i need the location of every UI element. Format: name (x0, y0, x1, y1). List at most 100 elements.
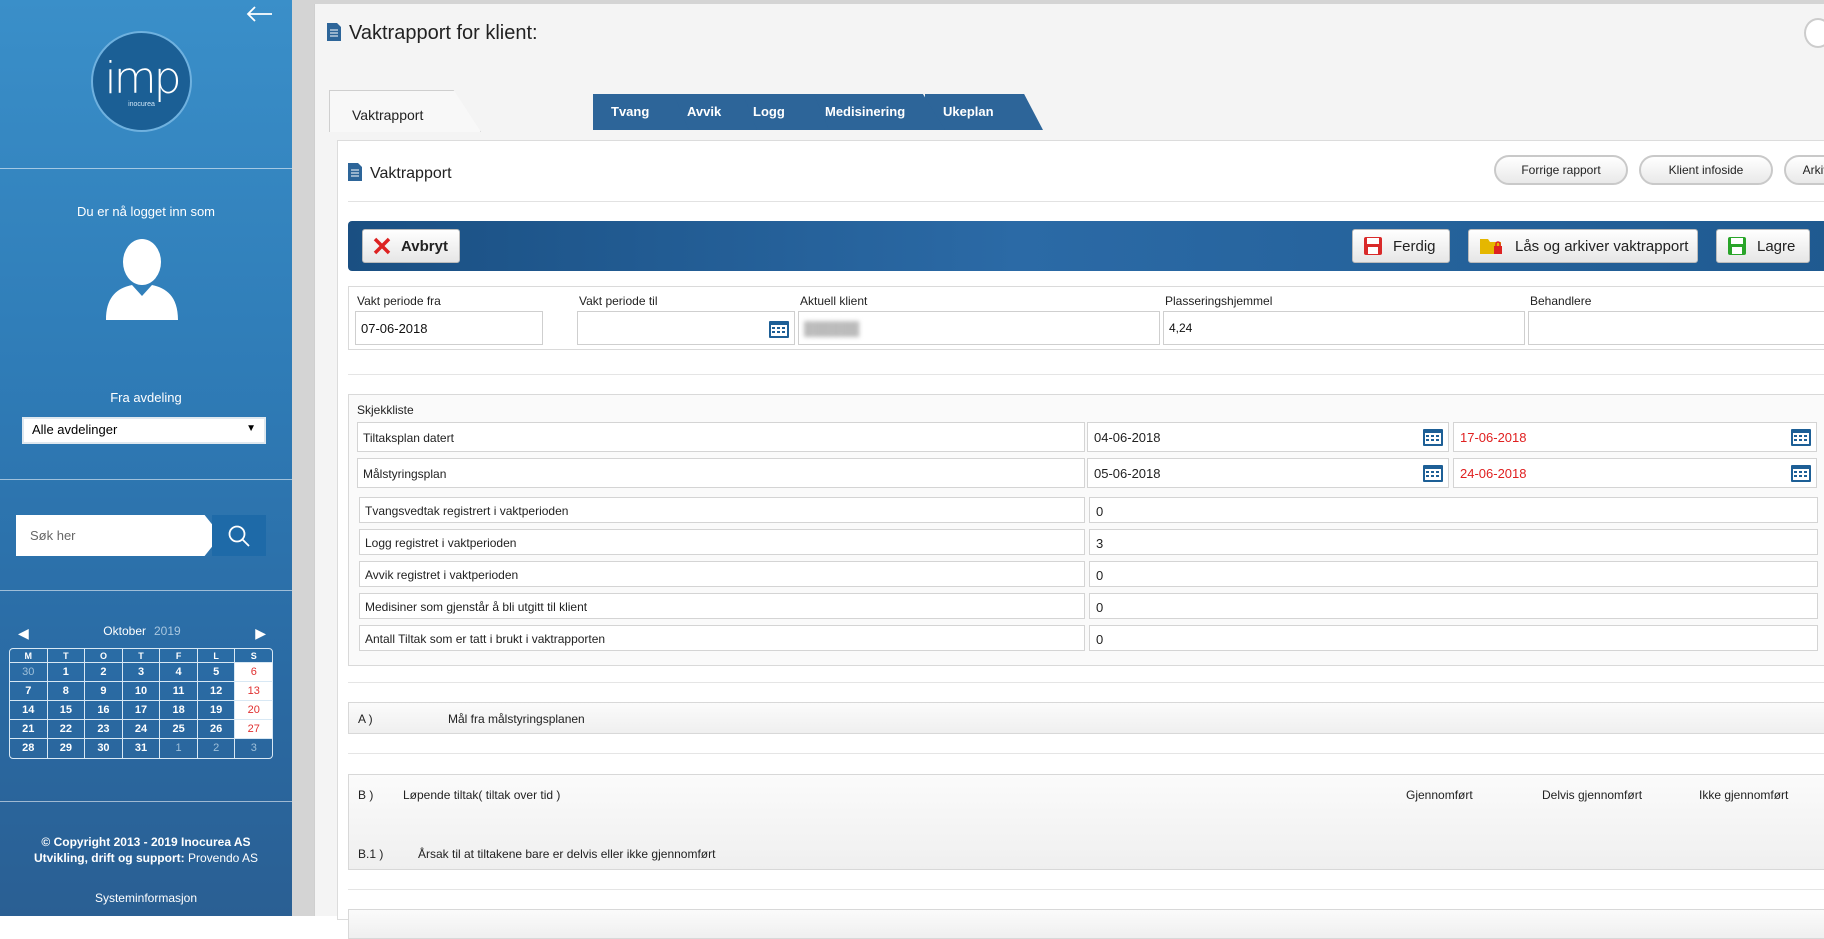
back-arrow-icon[interactable] (244, 4, 274, 28)
calendar-day[interactable]: 2 (85, 663, 123, 682)
calendar-icon[interactable] (768, 319, 790, 339)
calendar-day[interactable]: 7 (10, 682, 48, 701)
calendar-day[interactable]: 20 (235, 701, 272, 720)
department-label: Fra avdeling (110, 390, 182, 405)
tab-tvang[interactable]: Tvang (593, 94, 689, 130)
calendar-day[interactable]: 16 (85, 701, 123, 720)
period-fields: Vakt periode fra 07-06-2018 Vakt periode… (348, 286, 1824, 350)
calendar-day[interactable]: 30 (85, 739, 123, 758)
department-select[interactable]: Alle avdelinger ▼ (22, 417, 266, 444)
calendar-day[interactable]: 13 (235, 682, 272, 701)
calendar-day[interactable]: 29 (48, 739, 86, 758)
deadline-date-field[interactable]: 17-06-2018 (1453, 422, 1817, 452)
mini-calendar: M T O T F L S 30 1 2 3 4 5 6 7 8 9 10 11… (9, 648, 273, 759)
date-field[interactable]: 04-06-2018 (1087, 422, 1449, 452)
archive-button[interactable]: Arkiv (1784, 155, 1824, 185)
calendar-day[interactable]: 30 (10, 663, 48, 682)
document-icon (348, 163, 362, 186)
calendar-day[interactable]: 17 (122, 701, 161, 720)
calendar-day[interactable]: 24 (122, 720, 161, 739)
tab-vaktrapport[interactable]: Vaktrapport (329, 90, 481, 132)
calendar-title: Oktober 2019 (103, 624, 181, 638)
search-input[interactable] (16, 515, 221, 556)
copyright: © Copyright 2013 - 2019 Inocurea AS Utvi… (33, 835, 259, 865)
cancel-button[interactable]: Avbryt (362, 229, 460, 263)
weekday: O (85, 649, 123, 663)
checklist-title: Skjekkliste (357, 403, 414, 417)
count-value: 0 (1089, 625, 1818, 651)
calendar-day[interactable]: 3 (235, 739, 272, 758)
calendar-day[interactable]: 3 (122, 663, 161, 682)
card-title: Vaktrapport (348, 163, 452, 186)
client-info-button[interactable]: Klient infoside (1639, 155, 1773, 185)
count-value: 0 (1089, 497, 1818, 523)
calendar-day[interactable]: 4 (160, 663, 198, 682)
save-button[interactable]: Lagre (1716, 229, 1810, 263)
search-box (16, 515, 266, 556)
calendar-day[interactable]: 2 (198, 739, 236, 758)
dropdown-arrow-icon: ▼ (246, 423, 256, 434)
calendar-day[interactable]: 11 (160, 682, 198, 701)
calendar-day[interactable]: 12 (197, 682, 236, 701)
count-label: Avvik registret i vaktperioden (359, 561, 1085, 587)
tab-ukeplan[interactable]: Ukeplan (925, 94, 1043, 130)
calendar-day[interactable]: 27 (235, 720, 272, 739)
divider (348, 201, 1824, 202)
deadline-date-field[interactable]: 24-06-2018 (1453, 458, 1817, 488)
calendar-day[interactable]: 31 (123, 739, 161, 758)
calendar-next-icon[interactable]: ▶ (255, 625, 266, 642)
calendar-icon[interactable] (1790, 427, 1812, 447)
calendar-day[interactable]: 21 (10, 720, 48, 739)
calendar-day[interactable]: 8 (47, 682, 86, 701)
system-info-link[interactable]: Systeminformasjon (0, 891, 292, 905)
period-to-field[interactable] (577, 311, 795, 345)
previous-report-button[interactable]: Forrige rapport (1494, 155, 1628, 185)
calendar-week: 7 8 9 10 11 12 13 (10, 682, 272, 701)
placement-label: Plasseringshjemmel (1165, 294, 1273, 308)
calendar-day[interactable]: 22 (47, 720, 86, 739)
print-icon[interactable] (1804, 18, 1824, 48)
period-from-label: Vakt periode fra (357, 294, 441, 308)
period-from-field[interactable]: 07-06-2018 (355, 311, 543, 345)
calendar-day[interactable]: 5 (197, 663, 236, 682)
section-c-header[interactable] (348, 909, 1824, 939)
calendar-day[interactable]: 19 (197, 701, 236, 720)
search-button[interactable] (212, 515, 266, 556)
calendar-day[interactable]: 1 (160, 739, 198, 758)
client-name-redacted: ██████ (804, 321, 860, 336)
date-field[interactable]: 05-06-2018 (1087, 458, 1449, 488)
section-a-header[interactable]: A ) Mål fra målstyringsplanen (348, 702, 1824, 734)
current-client-field[interactable]: ██████ (798, 311, 1160, 345)
calendar-icon[interactable] (1422, 427, 1444, 447)
calendar-day[interactable]: 26 (197, 720, 236, 739)
calendar-week: 21 22 23 24 25 26 27 (10, 720, 272, 739)
divider (348, 374, 1824, 375)
calendar-day[interactable]: 9 (85, 682, 123, 701)
calendar-day[interactable]: 25 (160, 720, 198, 739)
calendar-day[interactable]: 18 (160, 701, 198, 720)
calendar-day[interactable]: 1 (47, 663, 86, 682)
column-header: Delvis gjennomført (1542, 788, 1643, 802)
document-icon (327, 23, 341, 47)
support-company-link[interactable]: Provendo AS (188, 851, 258, 865)
calendar-day[interactable]: 14 (10, 701, 48, 720)
done-button[interactable]: Ferdig (1352, 229, 1450, 263)
calendar-day[interactable]: 15 (47, 701, 86, 720)
lock-archive-button[interactable]: Lås og arkiver vaktrapport (1468, 229, 1698, 263)
placement-field[interactable]: 4,24 (1163, 311, 1525, 345)
calendar-week: 28 29 30 31 1 2 3 (10, 739, 272, 758)
practitioners-field[interactable] (1528, 311, 1824, 345)
divider (0, 590, 292, 591)
calendar-day[interactable]: 6 (235, 663, 272, 682)
weekday: S (235, 649, 272, 663)
checklist-label: Tiltaksplan datert (357, 422, 1085, 452)
weekday: F (160, 649, 198, 663)
calendar-day[interactable]: 28 (10, 739, 48, 758)
weekday: L (197, 649, 236, 663)
calendar-icon[interactable] (1422, 463, 1444, 483)
calendar-day[interactable]: 23 (85, 720, 123, 739)
logged-in-label: Du er nå logget inn som (76, 204, 216, 219)
calendar-day[interactable]: 10 (122, 682, 161, 701)
tab-medisinering[interactable]: Medisinering (807, 94, 945, 130)
calendar-icon[interactable] (1790, 463, 1812, 483)
